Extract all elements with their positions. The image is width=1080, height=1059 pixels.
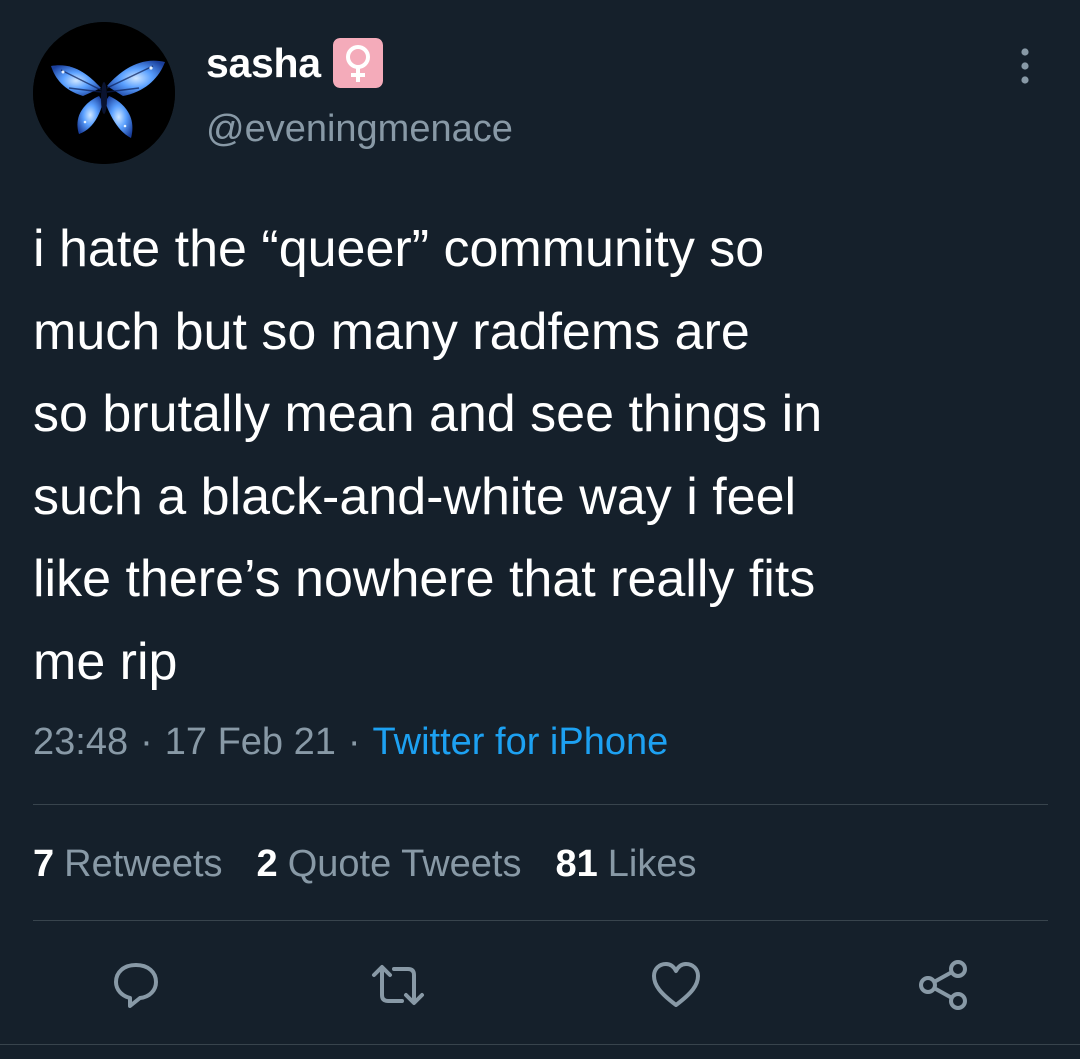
tweet-date: 17 Feb 21 bbox=[164, 721, 336, 763]
share-icon[interactable] bbox=[914, 955, 974, 1015]
like-icon[interactable] bbox=[646, 955, 706, 1015]
quote-tweets-count: 2 bbox=[256, 843, 278, 885]
user-handle[interactable]: @eveningmenace bbox=[206, 104, 513, 154]
tweet-source-link[interactable]: Twitter for iPhone bbox=[373, 721, 669, 763]
meta-separator: · bbox=[347, 721, 361, 763]
display-name-row: sasha bbox=[206, 38, 383, 88]
quote-tweets-label: Quote Tweets bbox=[287, 843, 522, 885]
divider bbox=[0, 1044, 1080, 1045]
female-sign-icon bbox=[332, 38, 383, 88]
tweet-meta: 23:48 · 17 Feb 21 · Twitter for iPhone bbox=[33, 716, 668, 768]
retweets-stat[interactable]: 7 Retweets bbox=[33, 838, 223, 890]
likes-count: 81 bbox=[555, 843, 598, 885]
tweet-time: 23:48 bbox=[33, 721, 129, 763]
tweet-stats: 7 Retweets 2 Quote Tweets 81 Likes bbox=[33, 838, 730, 890]
meta-separator: · bbox=[140, 721, 153, 763]
reply-icon[interactable] bbox=[106, 955, 166, 1015]
avatar[interactable] bbox=[33, 22, 175, 164]
likes-stat[interactable]: 81 Likes bbox=[555, 838, 696, 890]
quote-tweets-stat[interactable]: 2 Quote Tweets bbox=[257, 838, 522, 890]
retweet-icon[interactable] bbox=[368, 955, 428, 1015]
likes-label: Likes bbox=[607, 843, 697, 885]
display-name[interactable]: sasha bbox=[206, 40, 321, 87]
butterfly-icon bbox=[33, 22, 175, 164]
retweets-label: Retweets bbox=[64, 843, 223, 885]
tweet-text: i hate the “queer” community so much but… bbox=[33, 220, 823, 691]
retweets-count: 7 bbox=[33, 843, 55, 885]
divider bbox=[33, 804, 1048, 805]
more-vertical-icon[interactable] bbox=[1008, 42, 1042, 90]
divider bbox=[33, 920, 1048, 921]
